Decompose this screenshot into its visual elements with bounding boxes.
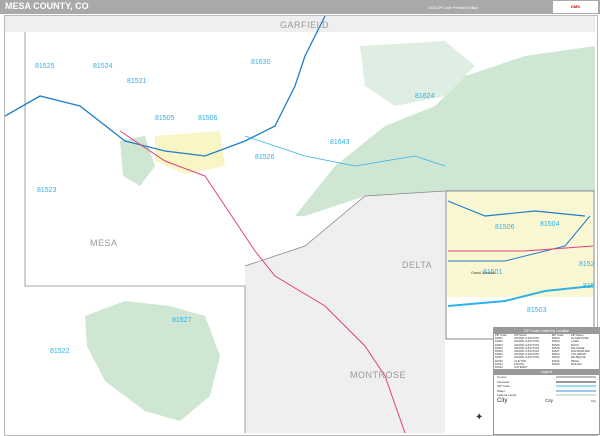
zip-label: 81630 xyxy=(251,59,271,66)
city-size-row: City City City xyxy=(494,398,599,404)
edition-label: 2020 ZIP Code Premium Edition xyxy=(428,6,479,10)
zip-label: 81643 xyxy=(330,139,350,146)
inset-zip-label: 81504 xyxy=(540,221,560,228)
legend-panel: ZIP Codes Listed by Location ZIP Code ZIP… xyxy=(493,327,600,435)
zip-label: 81523 xyxy=(37,187,57,194)
zip-label: 81505 xyxy=(155,115,175,122)
colorado-river xyxy=(5,16,326,157)
delta-area xyxy=(245,191,445,433)
legend-swatch xyxy=(556,394,596,397)
inset-zip-label: 81503 xyxy=(527,307,547,314)
zip-label: 81506 xyxy=(198,115,218,122)
zip-label: 81525 xyxy=(35,63,55,70)
city-size-label: City xyxy=(545,397,553,403)
legend-swatch xyxy=(556,389,596,392)
zip-label: 81522 xyxy=(50,348,70,355)
county-label-delta: DELTA xyxy=(402,260,432,270)
zip-table: ZIP Code ZIP Name ZIP Code ZIP Name 81501 GR… xyxy=(494,333,599,369)
legend-swatch xyxy=(556,376,596,379)
inset-zip-label: 81526 xyxy=(583,283,595,290)
national-forest xyxy=(85,301,220,421)
table-cell: 81646 xyxy=(551,361,560,366)
compass-rose-icon: ✦ xyxy=(475,412,483,423)
zip-label: 81524 xyxy=(93,63,113,70)
map-title: MESA COUNTY, CO xyxy=(5,1,89,11)
county-label-mesa: MESA xyxy=(90,238,118,248)
brand-logo: DMS xyxy=(553,1,598,13)
city-size-label: City xyxy=(590,398,596,403)
inset-zip-label: 81506 xyxy=(495,224,515,231)
zip-label: 81624 xyxy=(415,93,435,100)
zip-label: 81527 xyxy=(172,317,192,324)
county-label-montrose: MONTROSE xyxy=(350,370,406,380)
legend-swatch xyxy=(556,380,596,383)
zip-label: 81521 xyxy=(127,78,147,85)
county-label-garfield: GARFIELD xyxy=(280,20,329,30)
inset-zip-label: 81520 xyxy=(579,261,595,268)
zip-label: 81526 xyxy=(255,154,275,161)
inset-city-label: Grand Junction xyxy=(471,271,495,275)
table-cell: MOLINA xyxy=(570,361,582,366)
grand-junction-inset: 81504 81506 81501 81503 81520 81526 Gran… xyxy=(445,190,595,340)
header-bar: MESA COUNTY, CO 2020 ZIP Code Premium Ed… xyxy=(0,0,600,14)
city-size-label: City xyxy=(497,397,508,404)
legend-swatch xyxy=(556,385,596,388)
